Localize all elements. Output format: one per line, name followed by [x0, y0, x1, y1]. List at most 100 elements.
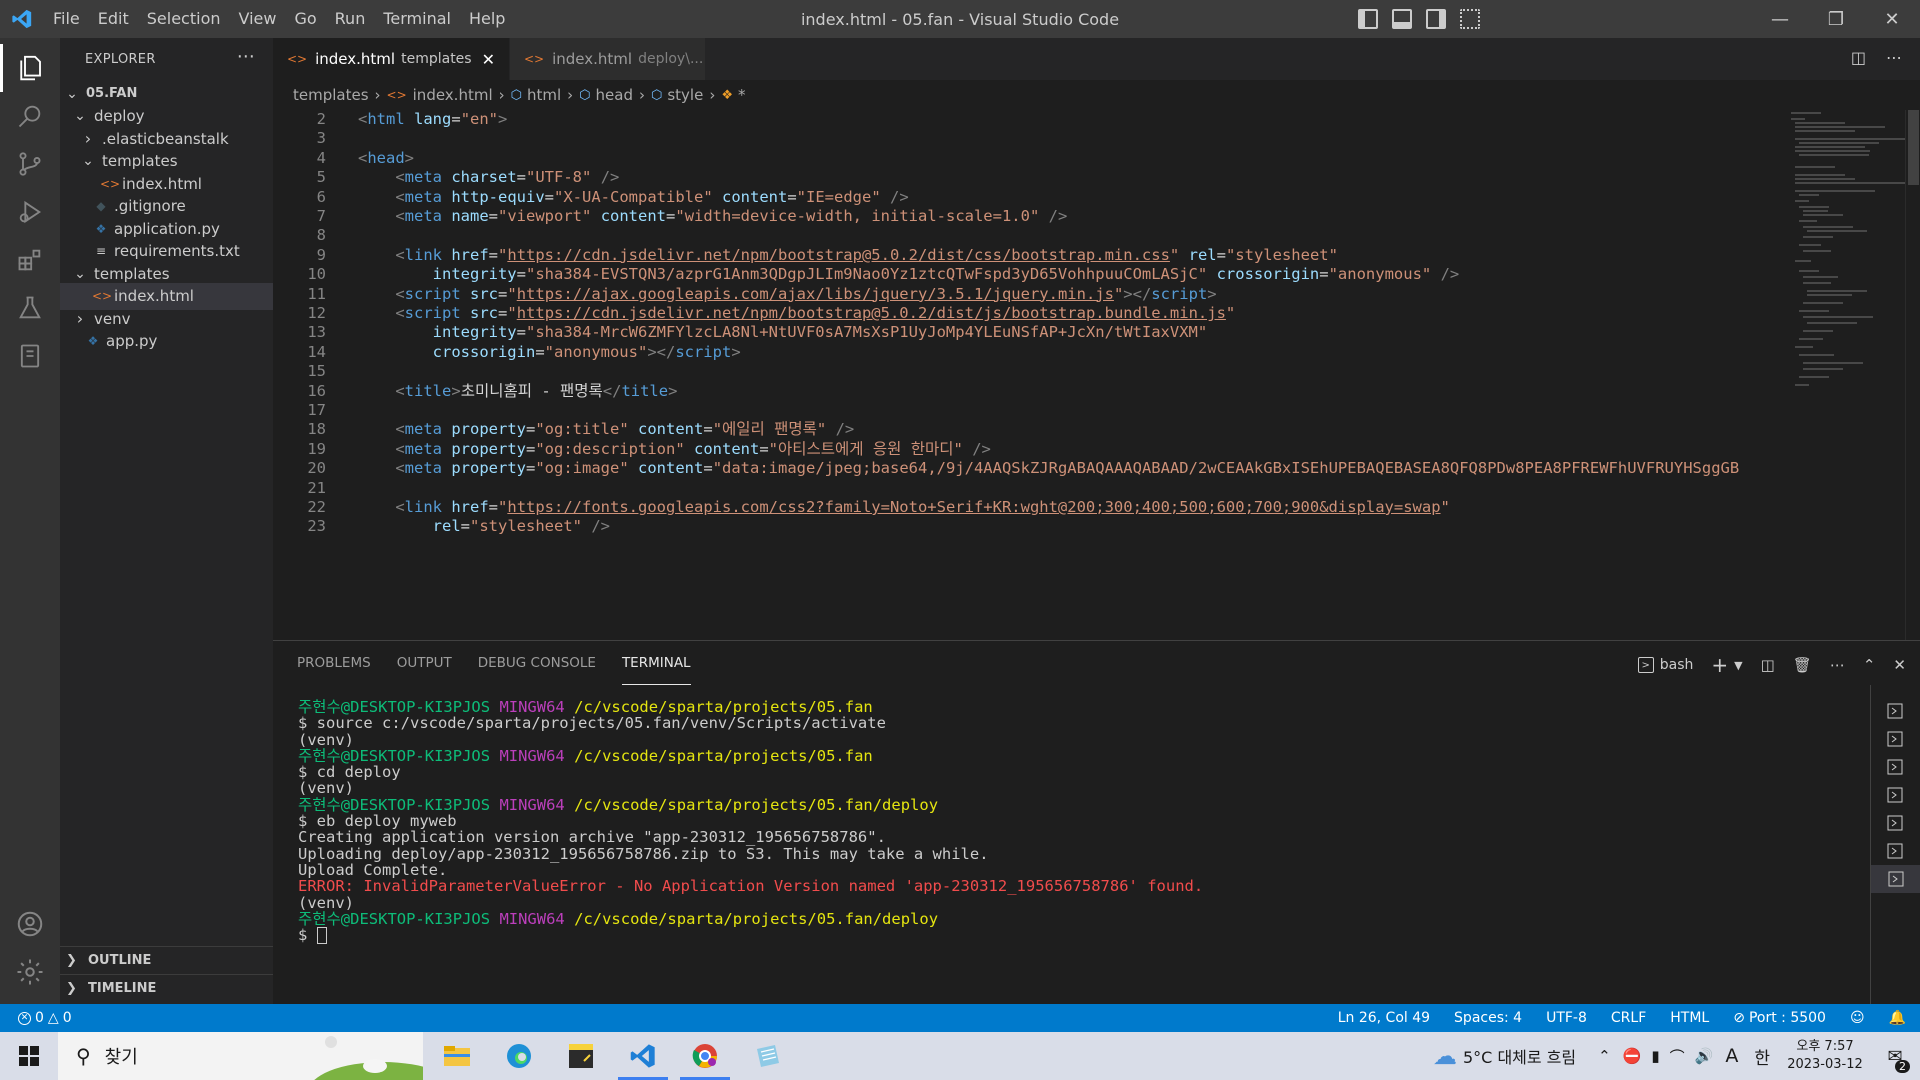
explorer-title: EXPLORER — [85, 51, 156, 67]
bell-icon[interactable]: 🔔 — [1889, 1010, 1906, 1026]
minimap[interactable] — [1783, 110, 1905, 640]
chevron-right-icon: › — [76, 309, 84, 328]
terminal-instance-icon[interactable] — [1881, 811, 1909, 835]
terminal-line: ERROR: InvalidParameterValueError - No A… — [298, 877, 1204, 896]
tab-index-html-templates[interactable]: <> index.html templates ✕ — [273, 38, 510, 80]
tab-description: deploy\... — [638, 51, 704, 67]
tree-item-label: app.py — [106, 332, 158, 350]
live-server-port[interactable]: ⊘ Port : 5500 — [1733, 1010, 1826, 1026]
ime-mode-indicator[interactable]: A — [1725, 1045, 1738, 1067]
menu-file[interactable]: File — [44, 0, 89, 38]
terminal-output[interactable]: 주현수@DESKTOP-KI3PJOS MINGW64 /c/vscode/sp… — [298, 699, 1858, 945]
toggle-primary-sidebar-icon[interactable] — [1358, 9, 1378, 29]
terminal-line: Creating application version archive "ap… — [298, 828, 886, 847]
system-clock[interactable]: 오후 7:57 2023-03-12 — [1780, 1038, 1870, 1074]
terminal-shell-selector[interactable]: > bash — [1637, 657, 1693, 673]
customize-layout-icon[interactable] — [1460, 9, 1480, 29]
vscode-logo-icon[interactable] — [0, 0, 44, 38]
terminal-instance-icon[interactable] — [1881, 839, 1909, 863]
toggle-panel-icon[interactable] — [1392, 9, 1412, 29]
antivirus-icon[interactable]: ⛔ — [1623, 1047, 1642, 1065]
restore-icon[interactable]: ❐ — [1808, 0, 1864, 38]
symbol-ruleset-icon: ❖ — [721, 87, 733, 103]
taskbar-search[interactable]: ⚲ 찾기 — [58, 1032, 423, 1080]
tree-item-label: 05.FAN — [86, 86, 138, 101]
menu-terminal[interactable]: Terminal — [374, 0, 460, 38]
terminal-line: $ source c:/vscode/sparta/projects/05.fa… — [298, 714, 886, 733]
breadcrumb-item[interactable]: head — [596, 86, 633, 104]
maximize-panel-icon[interactable]: ⌃ — [1863, 656, 1876, 674]
split-terminal-icon[interactable]: ◫ — [1761, 656, 1775, 674]
close-window-icon[interactable]: ✕ — [1864, 0, 1920, 38]
notepad-icon[interactable] — [736, 1032, 798, 1080]
scrollbar-thumb[interactable] — [1908, 110, 1919, 185]
code-editor[interactable]: 2 <html lang="en"> 3 4 <head> 5 <meta charset… — [273, 110, 1783, 640]
indentation[interactable]: Spaces: 4 — [1454, 1010, 1522, 1026]
code-text: <title>초미니홈피 - 팬명록</title> — [395, 381, 678, 400]
menu-view[interactable]: View — [230, 0, 286, 38]
breadcrumb-item[interactable]: index.html — [413, 86, 493, 104]
windows-start-icon[interactable] — [0, 1032, 58, 1080]
breadcrumb-item[interactable]: style — [667, 86, 703, 104]
editor-scrollbar[interactable] — [1905, 110, 1920, 640]
wifi-icon[interactable]: ⌒ — [1670, 1046, 1685, 1067]
terminal-instance-icon[interactable] — [1881, 783, 1909, 807]
weather-icon[interactable]: ☁ — [1433, 1042, 1457, 1070]
minimize-icon[interactable]: — — [1752, 0, 1808, 38]
timeline-section[interactable]: ❯ TIMELINE — [60, 974, 273, 1001]
split-editor-icon[interactable]: ◫ — [1851, 48, 1866, 67]
sticky-notes-icon[interactable] — [550, 1032, 612, 1080]
menu-go[interactable]: Go — [285, 0, 325, 38]
volume-icon[interactable]: 🔊 — [1695, 1047, 1714, 1065]
pinned-apps — [426, 1032, 798, 1080]
status-bar: ✕ 0 △ 0 Ln 26, Col 49 Spaces: 4 UTF-8 CR… — [0, 1004, 1920, 1032]
terminal-instance-icon[interactable] — [1871, 865, 1920, 893]
terminal-instance-icon[interactable] — [1881, 755, 1909, 779]
tab-terminal[interactable]: TERMINAL — [621, 641, 691, 685]
feedback-icon[interactable]: ☺ — [1850, 1010, 1865, 1026]
breadcrumb-item[interactable]: html — [527, 86, 561, 104]
language-mode[interactable]: HTML — [1670, 1010, 1709, 1026]
toggle-secondary-sidebar-icon[interactable] — [1426, 9, 1446, 29]
more-actions-icon[interactable]: ⋯ — [1830, 656, 1845, 674]
encoding[interactable]: UTF-8 — [1546, 1010, 1587, 1026]
tree-item-label: deploy — [94, 107, 145, 125]
breadcrumb-item[interactable]: templates — [293, 86, 369, 104]
file-explorer-icon[interactable] — [426, 1032, 488, 1080]
ime-language-indicator[interactable]: 한 — [1754, 1044, 1770, 1069]
tree-item[interactable]: ❖ app.py — [60, 328, 273, 355]
new-terminal-icon[interactable]: + — [1711, 653, 1728, 677]
chevron-down-icon[interactable]: ▼ — [1734, 659, 1742, 672]
terminal-instance-icon[interactable] — [1881, 727, 1909, 751]
chrome-browser-icon[interactable] — [674, 1032, 736, 1080]
terminal-instance-icon[interactable] — [1881, 699, 1909, 723]
outline-section[interactable]: ❯ OUTLINE — [60, 946, 273, 973]
close-panel-icon[interactable]: ✕ — [1893, 656, 1906, 674]
breadcrumb-item[interactable]: * — [738, 86, 746, 104]
menu-selection[interactable]: Selection — [138, 0, 230, 38]
weather-text[interactable]: 5°C 대체로 흐림 — [1463, 1044, 1576, 1068]
chevron-up-icon[interactable]: ⌃ — [1598, 1047, 1611, 1065]
edge-browser-icon[interactable] — [488, 1032, 550, 1080]
tab-problems[interactable]: PROBLEMS — [297, 641, 371, 685]
more-actions-icon[interactable]: ⋯ — [237, 46, 255, 67]
cursor-position[interactable]: Ln 26, Col 49 — [1338, 1010, 1430, 1026]
tree-item-label: application.py — [114, 219, 220, 238]
tab-debug-console[interactable]: DEBUG CONSOLE — [478, 641, 596, 685]
battery-icon[interactable]: ▮ — [1651, 1047, 1659, 1065]
close-tab-icon[interactable]: ✕ — [482, 50, 495, 69]
line-ending[interactable]: CRLF — [1611, 1010, 1646, 1026]
tab-output[interactable]: OUTPUT — [397, 641, 452, 685]
remote-explorer-icon[interactable] — [0, 326, 60, 386]
tab-index-html-deploy[interactable]: <> index.html deploy\... — [510, 38, 706, 80]
menu-help[interactable]: Help — [460, 0, 514, 38]
errors-indicator[interactable]: ✕ 0 △ 0 — [18, 1010, 72, 1026]
menu-run[interactable]: Run — [326, 0, 375, 38]
notification-center-icon[interactable]: ✉ 2 — [1870, 1046, 1920, 1073]
more-actions-icon[interactable]: ⋯ — [1886, 48, 1902, 67]
trash-icon[interactable]: 🗑 — [1793, 656, 1812, 674]
status-right: Ln 26, Col 49 Spaces: 4 UTF-8 CRLF HTML … — [1338, 1010, 1906, 1026]
settings-gear-icon[interactable] — [0, 942, 60, 1002]
menu-edit[interactable]: Edit — [89, 0, 138, 38]
vscode-taskbar-icon[interactable] — [612, 1032, 674, 1080]
